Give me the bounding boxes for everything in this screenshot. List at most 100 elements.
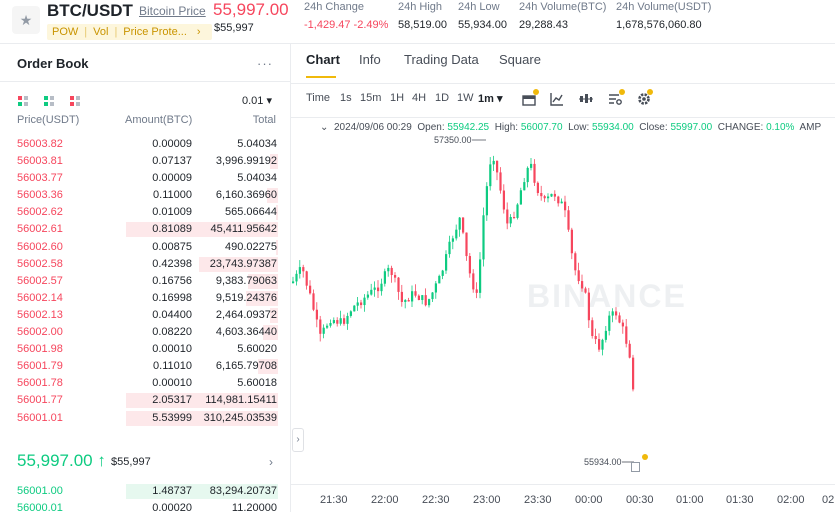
- stat-label: 24h Volume(USDT): [616, 1, 712, 13]
- candlestick-chart[interactable]: [291, 118, 835, 484]
- row-total: 9,383.79063: [215, 274, 277, 287]
- collapse-panel-button[interactable]: ›: [292, 428, 304, 452]
- candle-body: [322, 327, 325, 334]
- pair-tags[interactable]: POW | Vol | Price Prote... ›: [47, 24, 212, 40]
- more-options-icon[interactable]: ···: [257, 56, 273, 71]
- candle-body: [315, 309, 318, 320]
- candle-body: [472, 273, 475, 290]
- timeframe-1s[interactable]: 1s: [340, 92, 352, 104]
- order-book-panel: Order Book ··· 0.01 ▾ Price(USDT) Amount…: [0, 44, 291, 512]
- tag-pow: POW: [52, 26, 79, 38]
- timeframe-1d[interactable]: 1D: [435, 92, 449, 104]
- candle-body: [608, 315, 611, 331]
- divider: [291, 83, 835, 84]
- stat-24h-high: 24h High 58,519.00: [398, 0, 447, 31]
- col-amount: Amount(BTC): [125, 114, 193, 126]
- candle-body: [489, 164, 492, 187]
- order-book-row[interactable]: 56001.98 0.00010 5.60020: [0, 341, 291, 358]
- row-amount: 0.00009: [152, 172, 192, 185]
- buy-side-view-icon[interactable]: [44, 96, 54, 106]
- candle-body: [513, 217, 516, 219]
- order-book-row[interactable]: 56002.62 0.01009 565.06644: [0, 204, 291, 221]
- tab-trading-data[interactable]: Trading Data: [404, 52, 479, 67]
- order-book-row[interactable]: 56001.01 5.53999 310,245.03539: [0, 410, 291, 427]
- candle-body: [438, 275, 441, 284]
- bitcoin-price-link[interactable]: Bitcoin Price: [139, 4, 206, 18]
- row-amount: 0.00010: [152, 343, 192, 356]
- order-book-row[interactable]: 56003.77 0.00009 5.04034: [0, 170, 291, 187]
- candle-body: [506, 209, 509, 224]
- candle-body: [373, 287, 376, 290]
- price-precision-select[interactable]: 0.01 ▾: [242, 94, 272, 107]
- candle-body: [302, 267, 305, 272]
- candle-body: [564, 201, 567, 211]
- order-book-row[interactable]: 56001.00 1.48737 83,294.20737: [0, 483, 291, 500]
- candle-body: [414, 291, 417, 296]
- row-total: 11.20000: [231, 502, 277, 512]
- ticker-header: ★ BTC/USDT Bitcoin Price POW | Vol | Pri…: [0, 0, 835, 44]
- order-book-row[interactable]: 56002.60 0.00875 490.02275: [0, 239, 291, 256]
- candles-icon[interactable]: [579, 92, 593, 106]
- candle-body: [428, 299, 431, 306]
- tab-chart[interactable]: Chart: [306, 52, 340, 67]
- order-book-row[interactable]: 56000.01 0.00020 11.20000: [0, 500, 291, 512]
- candle-body: [492, 160, 495, 165]
- row-price: 56003.36: [17, 189, 63, 202]
- order-book-row[interactable]: 56003.82 0.00009 5.04034: [0, 136, 291, 153]
- candle-body: [591, 320, 594, 337]
- bid-list: 56001.00 1.48737 83,294.20737 56000.01 0.000…: [0, 483, 291, 512]
- time-axis-label: 01:30: [726, 494, 754, 506]
- favorite-star-icon[interactable]: ★: [12, 6, 40, 34]
- order-book-row[interactable]: 56002.14 0.16998 9,519.24376: [0, 290, 291, 307]
- row-total: 3,996.99192: [215, 155, 277, 168]
- candle-body: [543, 196, 546, 199]
- row-amount: 0.08220: [152, 326, 192, 339]
- tag-price-protect: Price Prote...: [123, 26, 187, 38]
- order-book-row[interactable]: 56001.77 2.05317 114,981.15411: [0, 392, 291, 409]
- indicators-icon[interactable]: [550, 92, 564, 106]
- row-price: 56001.01: [17, 411, 63, 424]
- order-book-row[interactable]: 56001.78 0.00010 5.60018: [0, 375, 291, 392]
- row-amount: 0.00020: [152, 502, 192, 512]
- order-book-row[interactable]: 56002.61 0.81089 45,411.95642: [0, 221, 291, 238]
- row-total: 5.04034: [237, 172, 277, 185]
- candle-body: [632, 357, 635, 390]
- timeframe-4h[interactable]: 4H: [412, 92, 426, 104]
- candle-body: [570, 229, 573, 254]
- time-axis: 21:30 22:00 22:30 23:00 23:30 00:00 00:30 01:00…: [291, 484, 835, 512]
- candle-body: [523, 182, 526, 191]
- candle-body: [496, 160, 499, 173]
- mid-price-row[interactable]: 55,997.00 ↑ $55,997 ›: [17, 451, 277, 475]
- order-book-row[interactable]: 56003.36 0.11000 6,160.36960: [0, 187, 291, 204]
- order-book-row[interactable]: 56002.57 0.16756 9,383.79063: [0, 273, 291, 290]
- tab-square[interactable]: Square: [499, 52, 541, 67]
- order-book-row[interactable]: 56002.00 0.08220 4,603.36440: [0, 324, 291, 341]
- stat-value: 58,519.00: [398, 19, 447, 31]
- row-total: 5.60018: [237, 377, 277, 390]
- candle-body: [336, 320, 339, 324]
- candle-body: [360, 302, 363, 306]
- time-axis-label: 23:00: [473, 494, 501, 506]
- candle-body: [445, 254, 448, 271]
- candle-body: [611, 311, 614, 316]
- tab-info[interactable]: Info: [359, 52, 381, 67]
- order-book-row[interactable]: 56001.79 0.11010 6,165.79708: [0, 358, 291, 375]
- sell-side-view-icon[interactable]: [70, 96, 80, 106]
- candle-body: [383, 271, 386, 284]
- candle-body: [601, 339, 604, 350]
- order-book-row[interactable]: 56002.58 0.42398 23,743.97387: [0, 256, 291, 273]
- timeframe-time[interactable]: Time: [306, 92, 330, 104]
- both-sides-view-icon[interactable]: [18, 96, 28, 106]
- candle-body: [448, 241, 451, 255]
- candle-body: [530, 163, 533, 168]
- time-axis-label: 22:00: [371, 494, 399, 506]
- order-book-row[interactable]: 56003.81 0.07137 3,996.99192: [0, 153, 291, 170]
- alert-dot-icon: [642, 454, 648, 460]
- row-amount: 0.00875: [152, 240, 192, 253]
- timeframe-1m-select[interactable]: 1m ▾: [478, 92, 502, 105]
- timeframe-1w[interactable]: 1W: [457, 92, 474, 104]
- row-amount: 0.42398: [152, 257, 192, 270]
- timeframe-1h[interactable]: 1H: [390, 92, 404, 104]
- timeframe-15m[interactable]: 15m: [360, 92, 381, 104]
- order-book-row[interactable]: 56002.13 0.04400 2,464.09372: [0, 307, 291, 324]
